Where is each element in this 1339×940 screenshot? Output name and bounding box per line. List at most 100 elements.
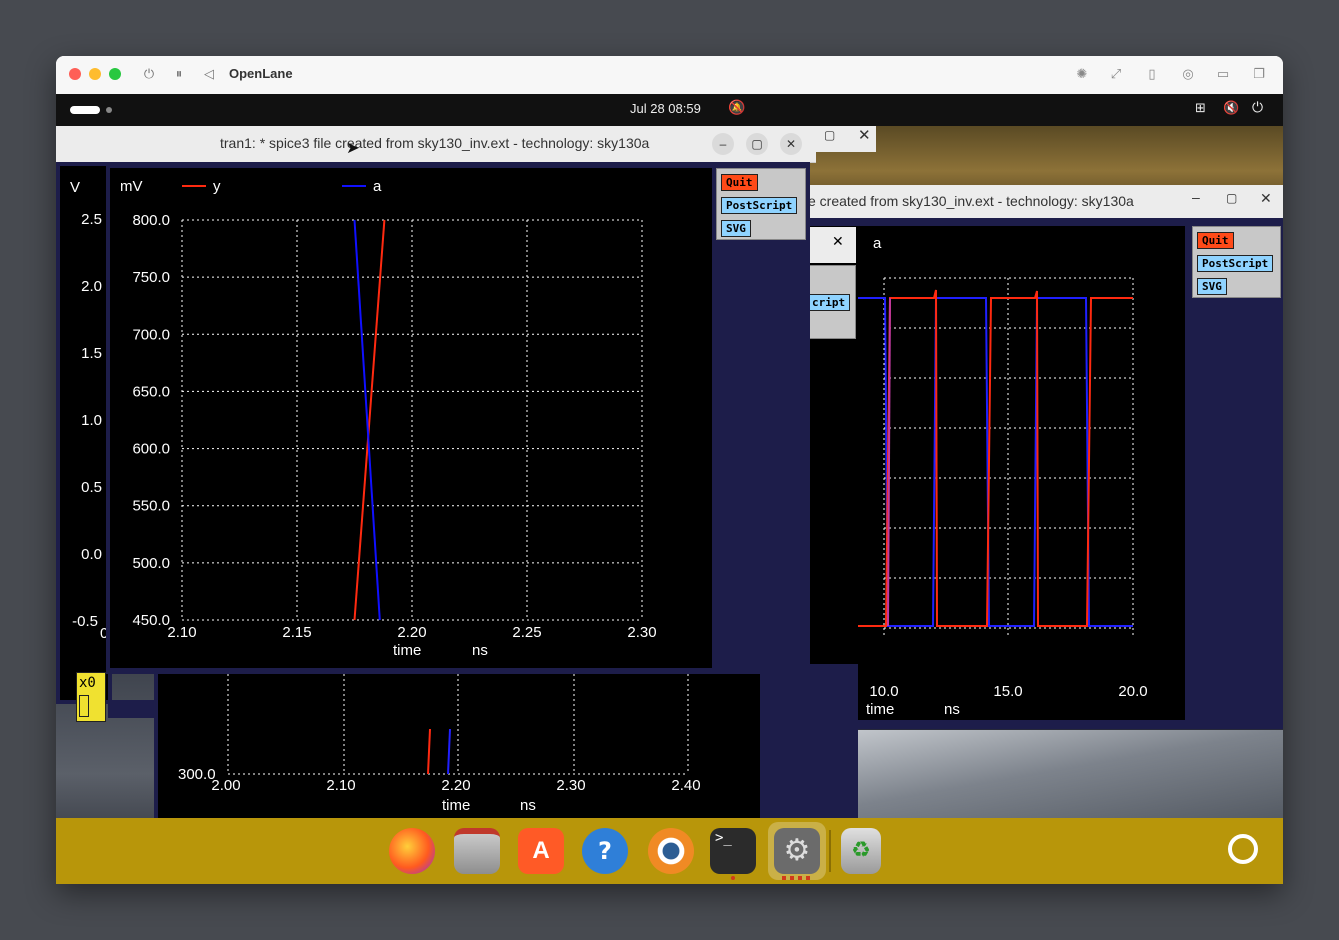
right-grid [883, 277, 1134, 636]
front-plot-area: mV y a 800.0 750.0 700.0 650.0 600.0 550.0 500… [110, 168, 712, 668]
y-tick-label: 750.0 [132, 269, 170, 286]
maximize-icon[interactable]: ▢ [1226, 191, 1237, 205]
help-icon[interactable]: ? [582, 828, 628, 874]
front-unit-label: mV [120, 178, 143, 195]
cursor-label: x0 [79, 675, 96, 691]
right-series-a [858, 297, 1133, 627]
trash-icon[interactable]: ♻ [841, 828, 881, 874]
system-power-icon[interactable]: ⏻ [1252, 100, 1263, 116]
cursor-handle[interactable] [79, 695, 89, 717]
legend-y-label: y [213, 178, 221, 195]
left-y-tick-3: 1.0 [81, 412, 102, 429]
left-y-tick-5: 0.0 [81, 546, 102, 563]
workspace-dot[interactable] [106, 107, 112, 113]
ngspice-plot-window-front: tran1: * spice3 file created from sky130… [106, 126, 810, 674]
network-icon[interactable]: ⊞ [1195, 101, 1206, 116]
y-tick-label: 500.0 [132, 555, 170, 572]
close-icon[interactable]: ✕ [832, 234, 844, 250]
left-y-tick-0: 2.5 [81, 211, 102, 228]
right-window-title: e created from sky130_inv.ext - technolo… [808, 193, 1134, 209]
y-tick-label: 650.0 [132, 383, 170, 400]
middle-window-titlebar: ✕ [808, 227, 856, 263]
right-xlabel: time [866, 701, 894, 718]
zoom-button[interactable] [109, 68, 121, 80]
right-plot-svg: 10.0 15.0 20.0 time ns a [858, 235, 1148, 718]
y-tick-label: 800.0 [132, 212, 170, 229]
files-icon[interactable] [454, 828, 500, 874]
expand-icon[interactable]: ⤢ [1107, 66, 1125, 84]
ubuntu-top-bar: Jul 28 08:59 🔕 ⊞ 🔇 ⏻ [56, 94, 1283, 126]
middle-button-panel: cript [807, 265, 856, 339]
bottom-xunit: ns [520, 797, 536, 814]
bottom-x-tick-0: 2.00 [211, 777, 240, 794]
postscript-button[interactable]: PostScript [1197, 255, 1274, 272]
legend-a-label: a [373, 178, 382, 195]
windows-icon[interactable]: ❐ [1250, 66, 1268, 84]
y-tick-label: 450.0 [132, 612, 170, 629]
minimize-button[interactable] [89, 68, 101, 80]
svg-button[interactable]: SVG [1197, 278, 1227, 295]
terminal-icon[interactable]: >_ [710, 828, 756, 874]
front-grid [181, 219, 643, 621]
front-window-titlebar[interactable]: tran1: * spice3 file created from sky130… [106, 126, 810, 163]
left-y-tick-2: 1.5 [81, 345, 102, 362]
postscript-button-partial[interactable]: cript [807, 294, 851, 311]
right-legend-a: a [873, 235, 882, 252]
ubuntu-logo-icon[interactable] [1228, 834, 1258, 864]
app-center-icon[interactable]: A [518, 828, 564, 874]
y-tick-label: 700.0 [132, 326, 170, 343]
firefox-icon[interactable] [389, 828, 435, 874]
front-button-panel: Quit PostScript SVG [716, 168, 806, 240]
left-unit-label: V [70, 179, 80, 196]
postscript-button[interactable]: PostScript [721, 197, 798, 214]
running-indicator [731, 876, 735, 880]
vm-window: ⏻ ⏸ ◁ OpenLane ✺ ⤢ ▯ ◎ ▭ ❐ Jul 28 08:59 … [56, 56, 1283, 884]
front-xunit: ns [472, 642, 488, 659]
bottom-x-tick-2: 2.20 [441, 777, 470, 794]
x-tick-label: 2.10 [167, 624, 196, 641]
running-indicator [782, 876, 812, 880]
svg-button[interactable]: SVG [721, 220, 751, 237]
activities-indicator[interactable] [70, 106, 100, 114]
close-icon[interactable]: ✕ [1260, 190, 1272, 207]
guest-screen: Jul 28 08:59 🔕 ⊞ 🔇 ⏻ ▢ ✕ e created from … [56, 94, 1283, 884]
cursor-readout[interactable]: x0 [76, 672, 106, 722]
quit-button[interactable]: Quit [721, 174, 758, 191]
close-button[interactable] [69, 68, 81, 80]
maximize-icon[interactable]: ▢ [746, 133, 768, 155]
close-icon[interactable]: ✕ [780, 133, 802, 155]
clock[interactable]: Jul 28 08:59 [630, 101, 701, 116]
power-icon[interactable]: ⏻ [140, 66, 158, 84]
x-tick-label: 2.15 [282, 624, 311, 641]
disc-icon[interactable]: ◎ [1179, 66, 1197, 84]
front-x-ticks: 2.10 2.15 2.20 2.25 2.30 [167, 624, 656, 641]
brightness-icon[interactable]: ✺ [1073, 66, 1091, 84]
close-icon[interactable]: ✕ [858, 126, 871, 144]
x-tick-label: 2.25 [512, 624, 541, 641]
back-icon[interactable]: ◁ [200, 66, 218, 84]
y-tick-label: 600.0 [132, 441, 170, 458]
bottom-grid [227, 664, 689, 775]
volume-muted-icon[interactable]: 🔇 [1223, 101, 1239, 116]
bell-muted-icon: 🔕 [728, 100, 746, 116]
blender-icon[interactable] [648, 828, 694, 874]
vm-title: OpenLane [229, 66, 293, 81]
bottom-series-y [427, 728, 431, 775]
vm-titlebar: ⏻ ⏸ ◁ OpenLane ✺ ⤢ ▯ ◎ ▭ ❐ [56, 56, 1283, 95]
bottom-x-tick-3: 2.30 [556, 777, 585, 794]
folder-icon[interactable]: ▭ [1214, 66, 1232, 84]
right-series-y [858, 289, 1133, 627]
bottom-y-tick: 300.0 [178, 766, 216, 783]
ngspice-plot-window-right: e created from sky130_inv.ext - technolo… [808, 185, 1283, 729]
minimize-icon[interactable]: – [712, 133, 734, 155]
pause-icon[interactable]: ⏸ [170, 66, 188, 84]
right-window-titlebar[interactable]: e created from sky130_inv.ext - technolo… [808, 185, 1283, 219]
front-xlabel: time [393, 642, 421, 659]
settings-icon[interactable]: ⚙ [774, 828, 820, 874]
quit-button[interactable]: Quit [1197, 232, 1234, 249]
dock-separator [829, 830, 831, 872]
right-button-panel: Quit PostScript SVG [1192, 226, 1281, 298]
maximize-icon[interactable]: ▢ [824, 128, 835, 142]
usb-icon[interactable]: ▯ [1143, 66, 1161, 84]
minimize-icon[interactable]: – [1192, 189, 1200, 205]
